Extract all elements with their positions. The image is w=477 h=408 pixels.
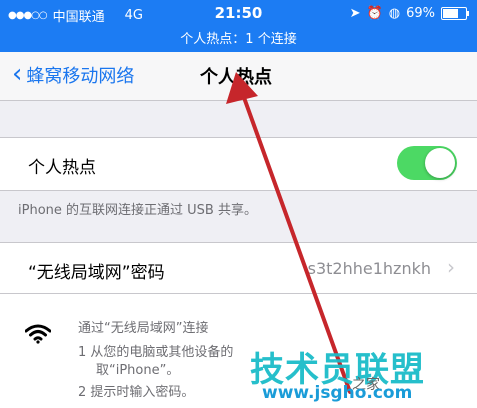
watermark-url: www.jsgho.com [262,383,413,403]
